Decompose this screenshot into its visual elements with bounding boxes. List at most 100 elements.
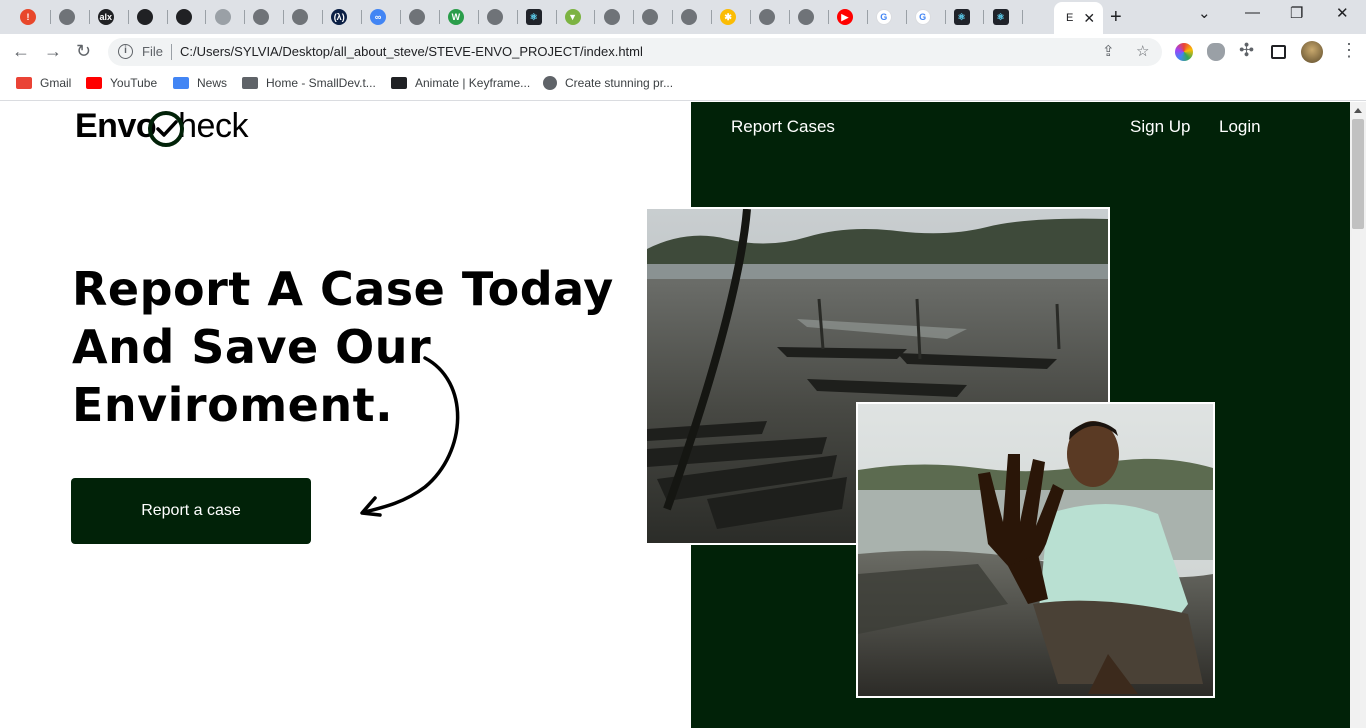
side-panel-icon[interactable]	[1271, 45, 1286, 59]
bookmark-label: Gmail	[40, 76, 72, 90]
react-icon: ⚛	[525, 9, 542, 25]
react-icon: ⚛	[953, 9, 970, 25]
browser-tab[interactable]	[51, 4, 90, 30]
menu-kebab-icon[interactable]: ⋮	[1340, 40, 1358, 61]
hero-title: Report A Case Today And Save Our Envirom…	[72, 262, 614, 432]
figma-icon	[214, 9, 231, 25]
browser-tab[interactable]: G	[907, 4, 946, 30]
browser-tab[interactable]: G	[868, 4, 907, 30]
back-button[interactable]: ←	[12, 41, 30, 62]
codepen-icon: (λ)	[331, 9, 348, 25]
tab-active[interactable]: E ✕	[1054, 2, 1104, 34]
bookmark-item[interactable]: News	[173, 76, 227, 90]
browser-tab[interactable]: !	[12, 4, 51, 30]
browser-tab[interactable]: ▼	[557, 4, 596, 30]
report-case-button[interactable]: Report a case	[71, 478, 311, 544]
react-icon: ⚛	[992, 9, 1009, 25]
globe-icon	[543, 76, 557, 90]
restore-button[interactable]: ❐	[1290, 4, 1303, 22]
logo-text-heck: heck	[178, 107, 248, 145]
bookmark-item[interactable]: Gmail	[16, 76, 71, 90]
bookmark-item[interactable]: Animate | Keyframe...	[391, 76, 530, 90]
globe-icon	[642, 9, 659, 25]
tab-strip: ! alx (λ) ∞ W ⚛ ▼ ✱ ▶ G G ⚛ ⚛ E ✕ + ⌄ — ❐ ✕	[0, 0, 1366, 34]
colorful-icon: ✱	[720, 9, 737, 25]
google-icon: G	[875, 9, 892, 25]
smalldev-icon	[242, 77, 258, 89]
browser-tab[interactable]	[790, 4, 829, 30]
browser-tab[interactable]	[596, 4, 635, 30]
bookmark-label: Animate | Keyframe...	[415, 76, 531, 90]
bookmark-label: Home - SmallDev.t...	[266, 76, 376, 90]
globe-icon	[798, 9, 814, 25]
tab-separator	[1022, 10, 1024, 24]
globe-icon	[292, 9, 309, 25]
browser-tab[interactable]: ∞	[362, 4, 401, 30]
page-scrollbar[interactable]	[1350, 102, 1366, 728]
browser-tab[interactable]	[673, 4, 713, 30]
browser-tab[interactable]	[479, 4, 518, 30]
browser-tab[interactable]: (λ)	[323, 4, 363, 30]
bug-extension-icon[interactable]	[1207, 43, 1225, 61]
browser-tab[interactable]	[129, 4, 168, 30]
bookmark-item[interactable]: Create stunning pr...	[543, 76, 673, 90]
new-tab-button[interactable]: +	[1110, 6, 1122, 29]
share-icon[interactable]: ⇪	[1102, 42, 1115, 60]
scroll-up-icon[interactable]	[1354, 108, 1362, 113]
globe-icon	[759, 9, 776, 25]
forward-button[interactable]: →	[44, 41, 62, 62]
globe-icon	[58, 9, 75, 25]
nav-sign-up[interactable]: Sign Up	[1130, 117, 1190, 137]
nav-report-cases[interactable]: Report Cases	[731, 117, 835, 137]
active-tab-title: E	[1066, 12, 1074, 24]
bookmark-item[interactable]: Home - SmallDev.t...	[242, 76, 376, 90]
webflow-icon: W	[447, 9, 464, 25]
browser-toolbar: ← → ↻ i File C:/Users/SYLVIA/Desktop/all…	[0, 34, 1366, 70]
webpage: Envo heck Report Cases Sign Up Login Rep…	[0, 102, 1350, 728]
infinity-icon: ∞	[370, 9, 387, 25]
bookmark-label: News	[197, 76, 228, 90]
scroll-thumb[interactable]	[1352, 119, 1364, 229]
browser-tab[interactable]	[284, 4, 324, 30]
color-extension-icon[interactable]	[1175, 43, 1193, 61]
bookmark-label: YouTube	[110, 76, 158, 90]
bookmark-star-icon[interactable]: ☆	[1136, 42, 1149, 60]
browser-tab[interactable]: ▶	[829, 4, 868, 30]
globe-icon	[409, 9, 425, 25]
bookmark-item[interactable]: YouTube	[86, 76, 157, 90]
browser-tab[interactable]	[751, 4, 790, 30]
browser-tab[interactable]: ✱	[712, 4, 752, 30]
github-icon	[136, 9, 153, 25]
browser-tab[interactable]	[401, 4, 440, 30]
download-icon: ▼	[564, 9, 581, 25]
profile-avatar[interactable]	[1301, 41, 1323, 63]
close-window-button[interactable]: ✕	[1336, 4, 1349, 22]
youtube-icon	[86, 77, 102, 89]
extensions-puzzle-icon[interactable]: ✣	[1239, 40, 1254, 61]
browser-tab[interactable]: W	[440, 4, 479, 30]
envocheck-logo[interactable]: Envo heck	[75, 107, 248, 147]
url-text[interactable]: C:/Users/SYLVIA/Desktop/all_about_steve/…	[180, 44, 643, 59]
youtube-icon: ▶	[836, 9, 853, 25]
browser-tab[interactable]: alx	[90, 4, 129, 30]
alx-icon: alx	[97, 9, 114, 25]
info-icon[interactable]: i	[118, 44, 133, 59]
check-circle-icon	[148, 110, 185, 147]
url-scheme-label: File	[142, 44, 163, 59]
globe-icon	[253, 9, 270, 25]
browser-tab[interactable]	[207, 4, 246, 30]
tab-search-icon[interactable]: ⌄	[1198, 4, 1211, 22]
address-bar[interactable]: i File C:/Users/SYLVIA/Desktop/all_about…	[108, 38, 1162, 66]
minimize-button[interactable]: —	[1245, 4, 1260, 21]
brave-icon: !	[20, 9, 36, 25]
gmail-icon	[16, 77, 32, 89]
browser-tab[interactable]	[168, 4, 207, 30]
browser-tab[interactable]: ⚛	[946, 4, 985, 30]
browser-tab[interactable]	[245, 4, 285, 30]
reload-button[interactable]: ↻	[76, 41, 91, 62]
browser-tab[interactable]	[634, 4, 674, 30]
browser-tab[interactable]: ⚛	[985, 4, 1024, 30]
browser-tab[interactable]: ⚛	[518, 4, 557, 30]
close-tab-icon[interactable]: ✕	[1083, 10, 1095, 27]
nav-login[interactable]: Login	[1219, 117, 1261, 137]
